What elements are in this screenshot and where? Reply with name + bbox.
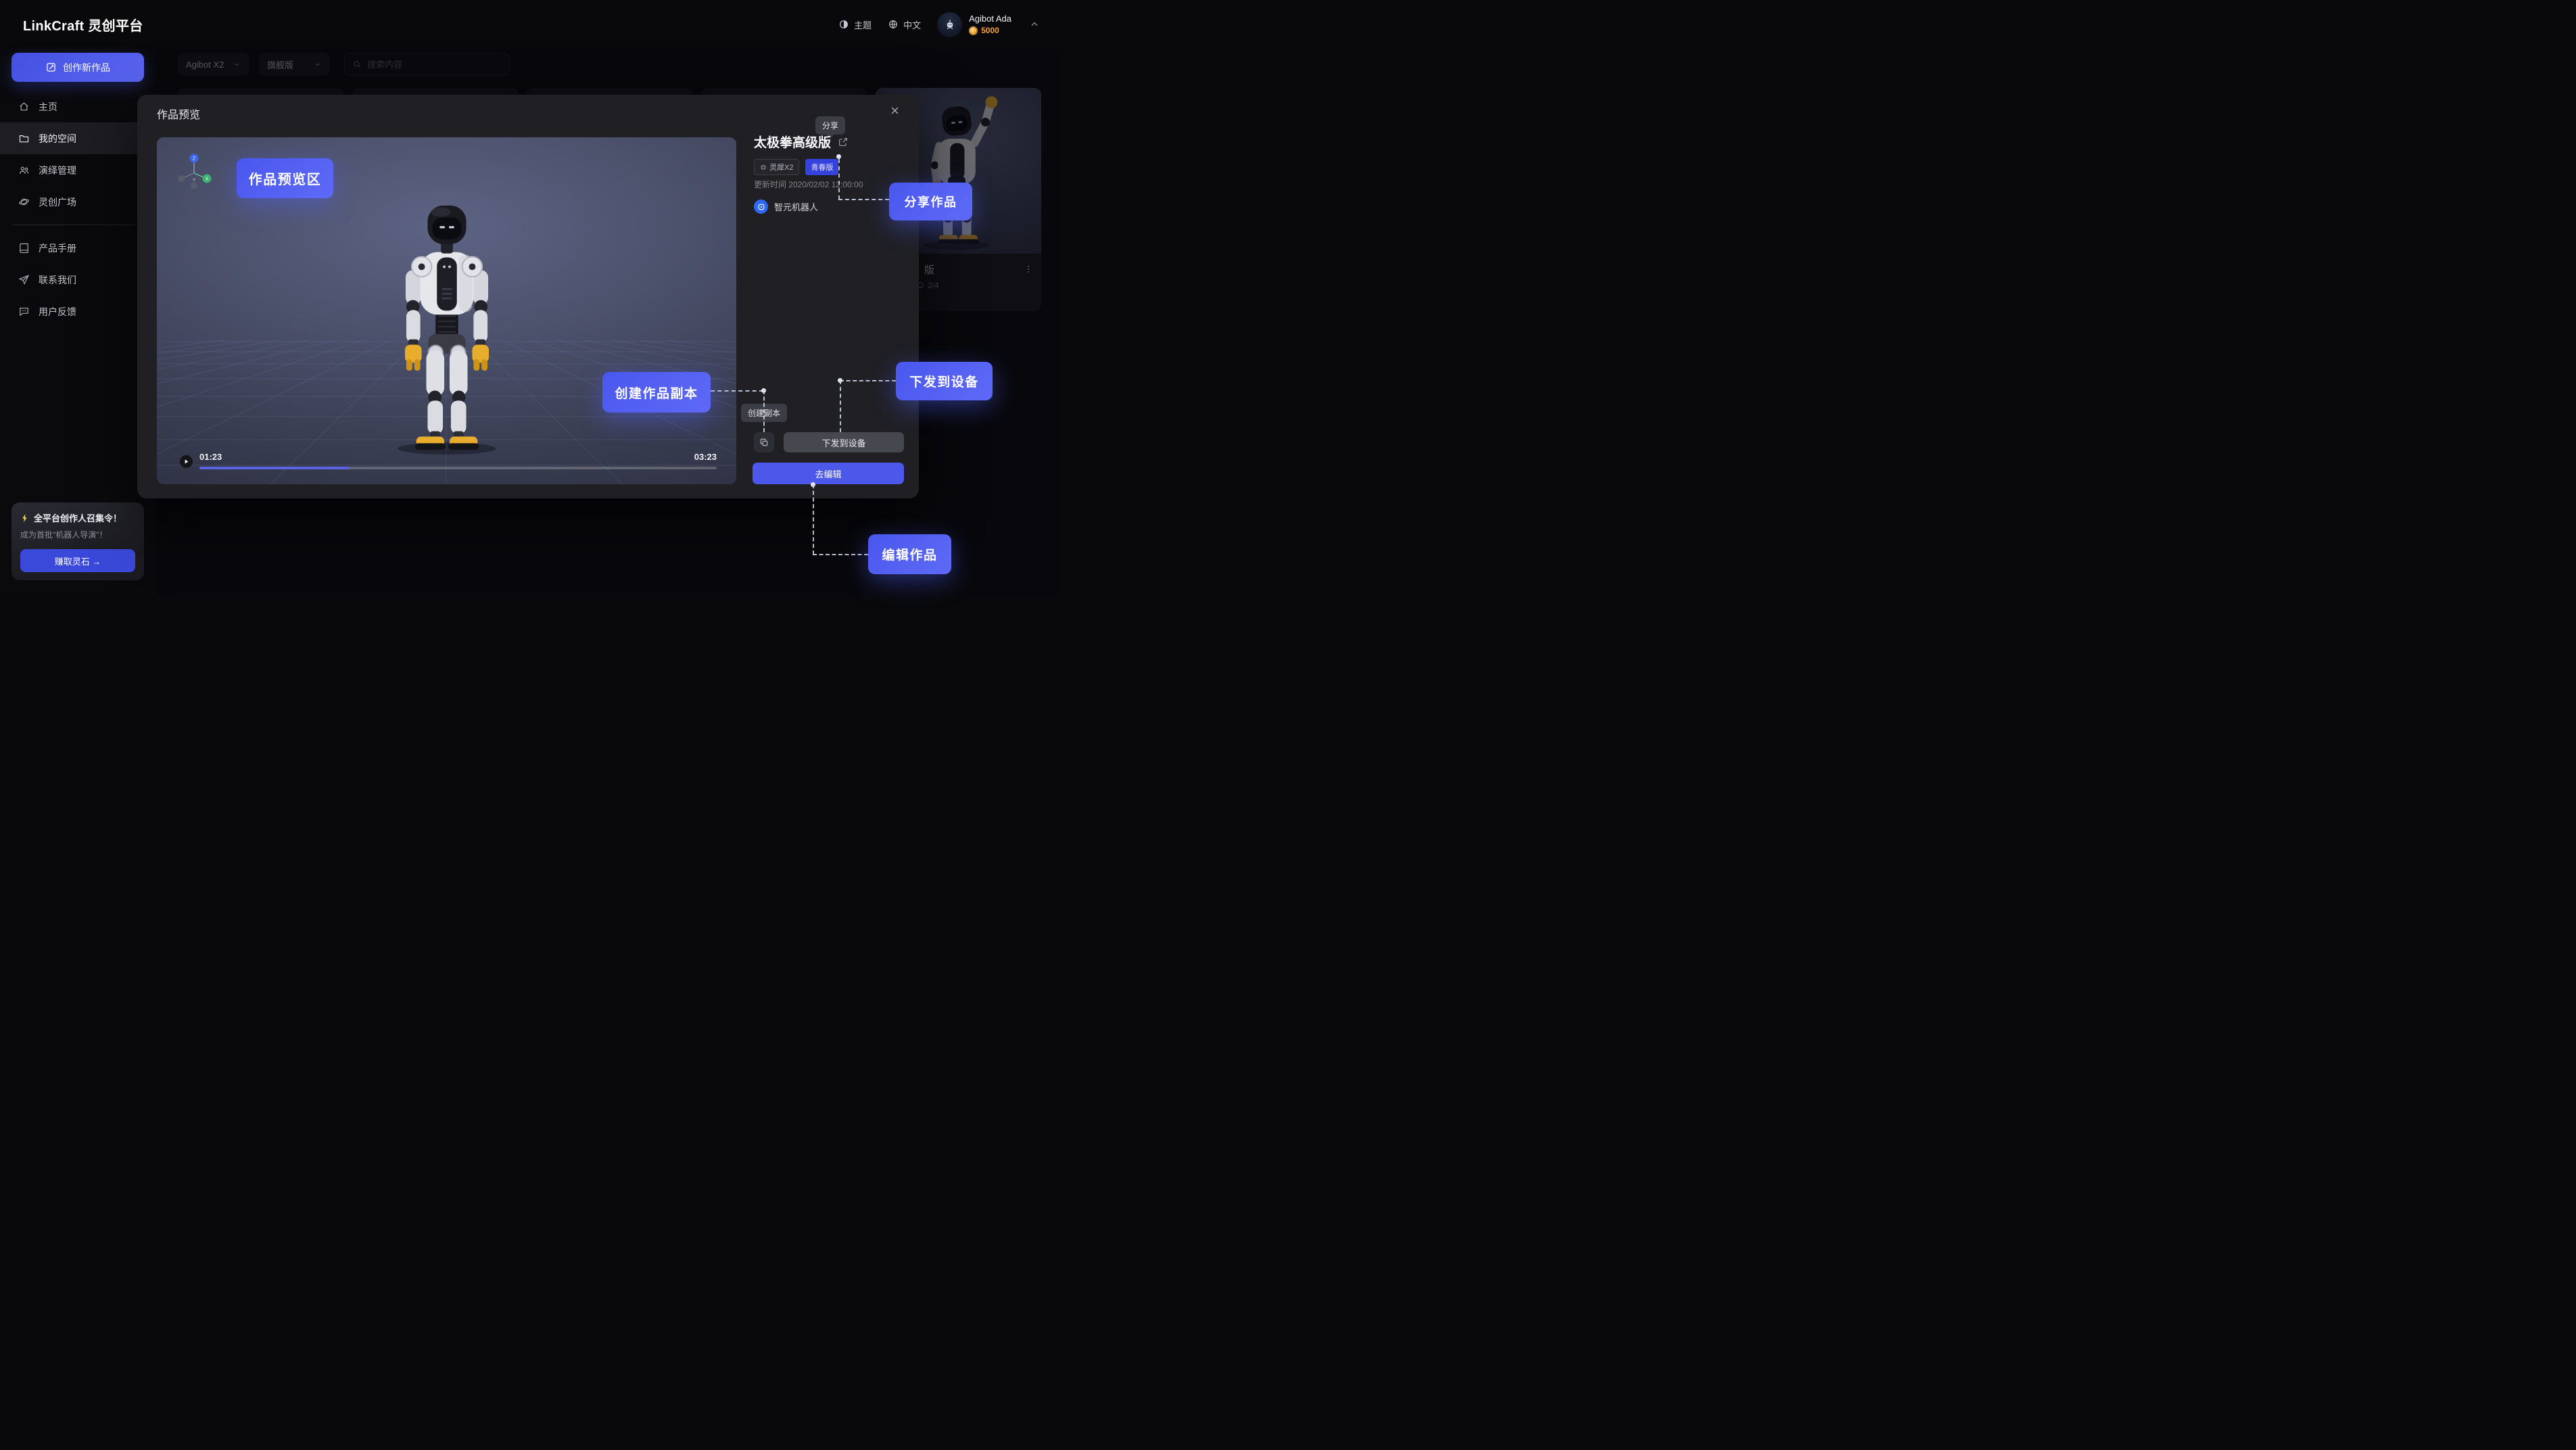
- annotation-line: [711, 390, 763, 392]
- create-new-work-button[interactable]: 创作新作品: [11, 53, 144, 82]
- theme-icon: [838, 19, 849, 30]
- sidebar-item-product-manual[interactable]: 产品手册: [0, 232, 156, 264]
- copy-icon: [759, 438, 769, 447]
- callout-copy-work: 创建作品副本: [602, 372, 711, 413]
- copy-work-button[interactable]: [754, 432, 774, 452]
- sidebar-item-contact-us[interactable]: 联系我们: [0, 264, 156, 296]
- updated-timestamp: 更新时间 2020/02/02 12:00:00: [754, 179, 863, 190]
- user-avatar: [937, 12, 962, 37]
- sidebar: 创作新作品 主页 我的空间 演绎管理 灵创广场: [0, 49, 156, 597]
- create-button-label: 创作新作品: [63, 61, 110, 74]
- sidebar-item-label: 我的空间: [39, 132, 76, 145]
- language-switcher[interactable]: 中文: [888, 18, 921, 31]
- robot-3d-model: [360, 200, 533, 457]
- sidebar-item-label: 主页: [39, 100, 57, 114]
- sidebar-item-my-space[interactable]: 我的空间: [0, 122, 156, 154]
- annotation-line: [813, 484, 814, 555]
- app-header: LinkCraft 灵创平台 主题 中文 Agibot Ada 5000: [0, 0, 1060, 49]
- annotation-line: [763, 390, 765, 432]
- play-button[interactable]: [180, 455, 193, 468]
- svg-text:Z: Z: [193, 157, 196, 162]
- annotation-line: [813, 554, 868, 555]
- theme-label: 主题: [854, 18, 872, 31]
- work-title: 太极拳高级版: [754, 133, 831, 151]
- share-icon[interactable]: [838, 137, 849, 147]
- callout-edit-work: 编辑作品: [868, 534, 951, 574]
- planet-icon: [18, 196, 30, 208]
- creator-row[interactable]: 智元机器人: [754, 200, 818, 214]
- svg-text:Y: Y: [193, 178, 196, 183]
- creator-promo-card: 全平台创作人召集令！ 成为首批"机器人导演"！ 赚取灵石 →: [11, 502, 144, 580]
- sidebar-item-label: 演绎管理: [39, 164, 76, 177]
- sidebar-item-feedback[interactable]: 用户反馈: [0, 296, 156, 327]
- svg-text:X: X: [206, 177, 209, 182]
- paper-plane-icon: [18, 274, 30, 285]
- sidebar-item-plaza[interactable]: 灵创广场: [0, 186, 156, 218]
- progress-bar[interactable]: [199, 467, 717, 469]
- share-tooltip: 分享: [815, 116, 845, 135]
- chevron-up-icon[interactable]: [1029, 19, 1040, 30]
- promo-title: 全平台创作人召集令！: [34, 511, 122, 524]
- work-preview-modal: 作品预览: [137, 95, 919, 498]
- language-label: 中文: [903, 18, 921, 31]
- model-tag: 灵犀X2: [754, 159, 799, 175]
- sidebar-item-label: 联系我们: [39, 273, 76, 287]
- send-to-device-button[interactable]: 下发到设备: [784, 432, 904, 452]
- sidebar-item-label: 产品手册: [39, 241, 76, 255]
- modal-title: 作品预览: [157, 106, 200, 122]
- annotation-dot: [836, 154, 841, 159]
- earn-stones-button[interactable]: 赚取灵石 →: [20, 549, 135, 572]
- create-icon: [45, 62, 57, 73]
- current-time: 01:23: [199, 452, 222, 462]
- folder-icon: [18, 133, 30, 144]
- axis-gizmo[interactable]: Z X Y: [174, 152, 214, 191]
- sidebar-item-label: 用户反馈: [39, 305, 76, 319]
- sidebar-item-home[interactable]: 主页: [0, 91, 156, 122]
- users-icon: [18, 164, 30, 176]
- theme-toggle[interactable]: 主题: [838, 18, 872, 31]
- home-icon: [18, 101, 30, 112]
- user-menu[interactable]: Agibot Ada 5000: [937, 12, 1011, 37]
- book-icon: [18, 242, 30, 254]
- coin-icon: [969, 26, 978, 35]
- total-time: 03:23: [694, 452, 717, 462]
- robot-head-icon: [760, 164, 767, 170]
- coin-balance: 5000: [969, 26, 1011, 35]
- lightning-icon: [20, 513, 30, 523]
- callout-preview-area: 作品预览区: [237, 158, 333, 198]
- user-name: Agibot Ada: [969, 14, 1011, 24]
- progress-fill: [199, 467, 350, 469]
- go-edit-button[interactable]: 去编辑: [753, 463, 904, 484]
- close-icon[interactable]: [890, 106, 900, 116]
- callout-share-work: 分享作品: [889, 183, 972, 220]
- annotation-line: [840, 380, 896, 381]
- annotation-line: [838, 159, 840, 200]
- sidebar-item-performance-management[interactable]: 演绎管理: [0, 154, 156, 186]
- chat-bubble-icon: [18, 306, 30, 317]
- annotation-line: [838, 199, 889, 200]
- play-icon: [183, 458, 190, 465]
- creator-name: 智元机器人: [774, 200, 818, 213]
- app-logo: LinkCraft 灵创平台: [23, 15, 143, 34]
- coin-amount: 5000: [981, 26, 999, 35]
- creator-avatar: [754, 200, 768, 214]
- annotation-line: [840, 380, 841, 432]
- edition-tag: 青春版: [805, 159, 838, 175]
- globe-icon: [888, 19, 899, 30]
- callout-send-to-device: 下发到设备: [896, 362, 993, 400]
- promo-subtitle: 成为首批"机器人导演"！: [20, 529, 135, 540]
- sidebar-item-label: 灵创广场: [39, 195, 76, 209]
